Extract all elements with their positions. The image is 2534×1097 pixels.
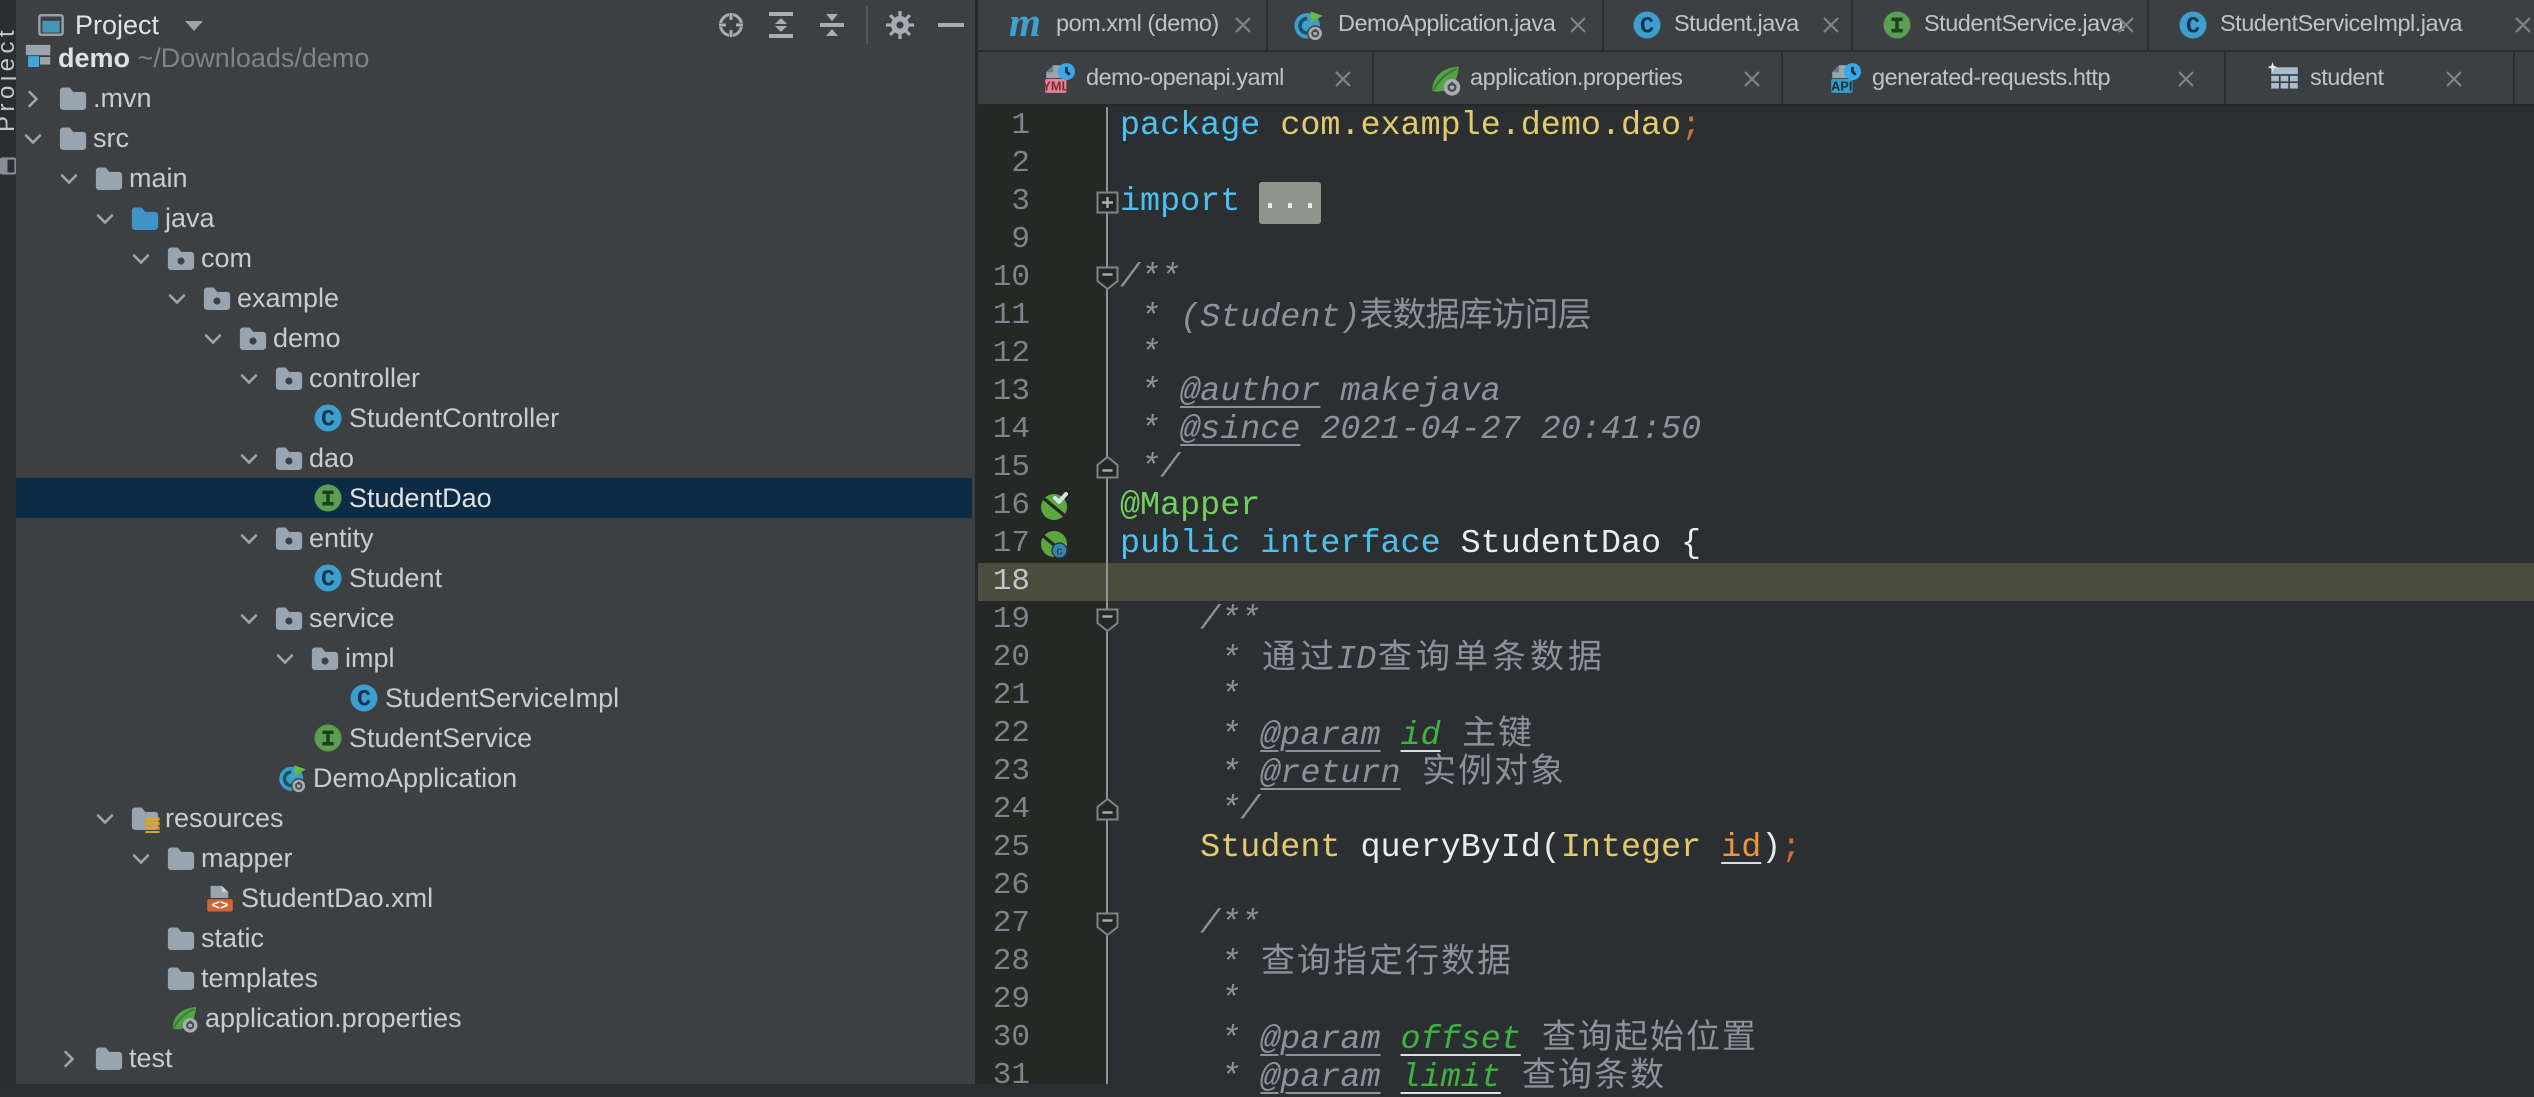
svg-text:<>: <> bbox=[212, 898, 229, 913]
svg-text:C: C bbox=[2186, 14, 2200, 40]
svg-text:C: C bbox=[357, 687, 371, 713]
svg-text:C: C bbox=[1640, 14, 1654, 40]
svg-text:C: C bbox=[321, 407, 335, 433]
svg-text:c: c bbox=[1056, 547, 1063, 559]
svg-text:API: API bbox=[1831, 78, 1852, 93]
svg-text:YML: YML bbox=[1042, 78, 1069, 93]
svg-text:C: C bbox=[321, 567, 335, 593]
